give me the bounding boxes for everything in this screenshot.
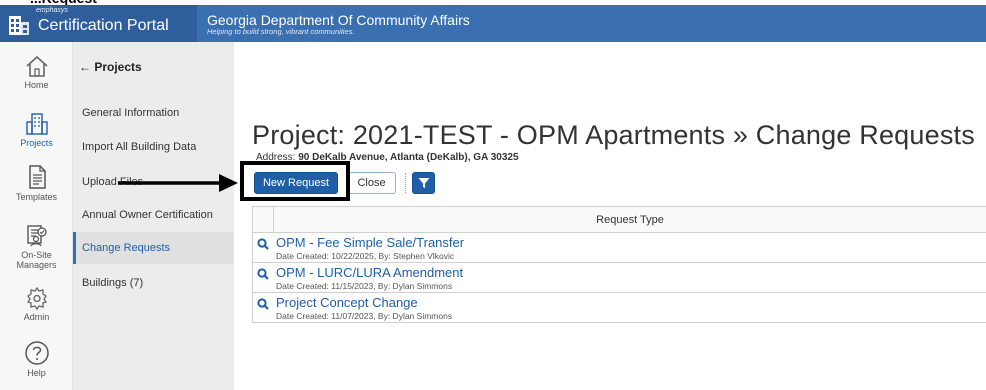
close-button[interactable]: Close [347, 172, 396, 194]
request-meta: Date Created: 11/15/2023, By: Dylan Simm… [276, 281, 453, 291]
annotation-highlight-box [240, 161, 350, 201]
rail-item-admin[interactable]: Admin [0, 286, 73, 322]
rail-label: Admin [23, 312, 50, 322]
rail-item-projects[interactable]: Projects [0, 112, 73, 148]
table-header: Request Type [253, 207, 986, 233]
home-icon [25, 55, 48, 77]
request-meta: Date Created: 11/07/2023, By: Dylan Simm… [276, 311, 453, 321]
filter-button[interactable] [412, 172, 435, 194]
back-to-projects-link[interactable]: ← Projects [79, 60, 142, 74]
table-row: Project Concept Change Date Created: 11/… [253, 293, 986, 323]
top-header: emphasys Certification Portal Georgia De… [0, 5, 986, 42]
request-title-link[interactable]: Project Concept Change [276, 296, 452, 310]
rail-label: On-Site Managers [16, 250, 57, 270]
main-content: Project: 2021-TEST - OPM Apartments » Ch… [234, 42, 986, 390]
subnav-item-buildings[interactable]: Buildings (7) [73, 267, 234, 299]
subnav-item-import-building-data[interactable]: Import All Building Data [73, 131, 234, 163]
rail-label: Projects [20, 138, 53, 148]
column-header-request-type[interactable]: Request Type [274, 207, 986, 232]
request-cell: Project Concept Change Date Created: 11/… [274, 293, 453, 322]
subnav-item-upload-files[interactable]: Upload Files [73, 166, 234, 198]
rail-label: Home [24, 80, 49, 90]
search-icon[interactable] [253, 293, 274, 315]
organization: Georgia Department Of Community Affairs … [207, 12, 470, 36]
brand-title: Certification Portal [38, 16, 169, 34]
rail-label: Templates [15, 192, 58, 202]
building-logo-icon [8, 12, 30, 36]
help-icon [24, 341, 49, 365]
table-row: OPM - Fee Simple Sale/Transfer Date Crea… [253, 233, 986, 263]
icon-rail: Home Projects Templates On-Site Managers… [0, 42, 73, 390]
rail-label: Help [27, 368, 46, 378]
managers-icon [26, 225, 47, 247]
rail-item-help[interactable]: Help [0, 340, 73, 378]
page-title: Project: 2021-TEST - OPM Apartments » Ch… [252, 120, 975, 150]
header-gutter [253, 207, 274, 232]
building-icon [25, 113, 48, 135]
rail-item-on-site-managers[interactable]: On-Site Managers [0, 224, 73, 270]
change-requests-table: Request Type OPM - Fee Simple Sale/Trans… [252, 206, 986, 323]
gear-icon [26, 286, 47, 310]
brand-company: emphasys [36, 7, 68, 14]
table-row: OPM - LURC/LURA Amendment Date Created: … [253, 263, 986, 293]
rail-item-home[interactable]: Home [0, 54, 73, 90]
rail-item-templates[interactable]: Templates [0, 164, 73, 202]
org-title: Georgia Department Of Community Affairs [207, 11, 470, 28]
search-icon[interactable] [253, 233, 274, 255]
toolbar-divider [405, 173, 406, 193]
request-title-link[interactable]: OPM - LURC/LURA Amendment [276, 266, 463, 280]
brand[interactable]: emphasys Certification Portal [0, 5, 197, 42]
request-title-link[interactable]: OPM - Fee Simple Sale/Transfer [276, 236, 464, 250]
request-meta: Date Created: 10/22/2025, By: Stephen Vl… [276, 251, 455, 261]
filter-icon [418, 178, 429, 188]
subnav-item-annual-owner-certification[interactable]: Annual Owner Certification [73, 199, 234, 231]
org-tagline: Helping to build strong, vibrant communi… [207, 26, 355, 36]
request-cell: OPM - Fee Simple Sale/Transfer Date Crea… [274, 233, 464, 262]
request-cell: OPM - LURC/LURA Amendment Date Created: … [274, 263, 463, 292]
project-subnav: ← Projects General Information Import Al… [73, 42, 234, 390]
document-icon [28, 165, 46, 189]
subnav-item-change-requests[interactable]: Change Requests [73, 232, 234, 264]
search-icon[interactable] [253, 263, 274, 285]
subnav-item-general-information[interactable]: General Information [73, 97, 234, 129]
